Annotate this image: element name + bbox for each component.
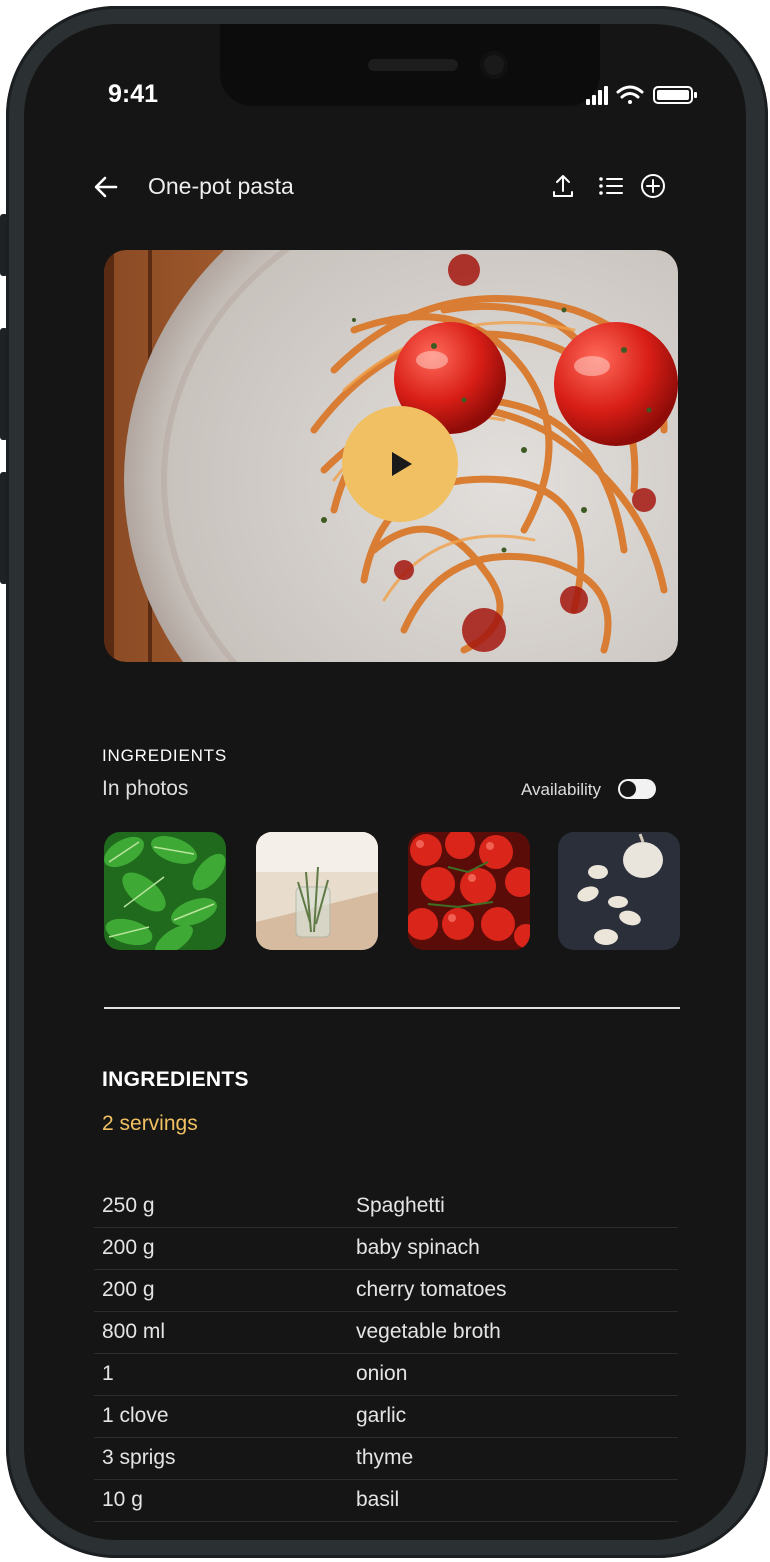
ingredient-quantity: 3 sprigs [102,1446,176,1469]
ingredient-name: onion [356,1362,408,1385]
add-icon[interactable] [638,171,668,201]
ingredient-quantity: 800 ml [102,1320,166,1343]
front-camera [480,51,508,79]
cherry-tomatoes-photo [408,832,530,950]
ingredient-quantity: 1 [102,1362,114,1385]
ingredient-quantity: 200 g [102,1236,155,1259]
list-icon[interactable] [596,171,626,201]
status-time: 9:41 [108,80,159,108]
ingredient-quantity: 10 g [102,1488,143,1511]
table-row: 1 clove garlic [94,1396,678,1438]
spinach-photo [104,832,226,950]
toggle-knob [620,781,636,797]
availability-toggle[interactable] [618,779,656,799]
notch [220,24,600,106]
back-arrow-icon[interactable] [92,173,120,201]
table-row: 1 onion [94,1354,678,1396]
ingredient-name: basil [356,1488,400,1511]
share-icon[interactable] [548,171,578,201]
signal-icon [586,86,608,105]
top-bar: One-pot pasta [24,169,746,209]
servings-selector[interactable]: 2 servings [102,1112,198,1136]
ingredient-thumb-spinach[interactable] [104,832,226,950]
ingredient-name: Spaghetti [356,1194,445,1217]
ingredient-name: baby spinach [356,1236,480,1259]
table-row: 10 g basil [94,1480,678,1522]
thyme-photo [256,832,378,950]
play-icon [392,452,412,476]
play-button[interactable] [342,406,458,522]
table-row: 3 sprigs thyme [94,1438,678,1480]
ingredient-thumb-garlic[interactable] [558,832,680,950]
page-title: One-pot pasta [148,173,294,199]
table-row: 200 g baby spinach [94,1228,678,1270]
ingredient-name: vegetable broth [356,1320,501,1343]
in-photos-label: In photos [102,777,189,800]
status-icons [586,85,697,105]
ingredient-name: garlic [356,1404,407,1427]
photos-section-label: INGREDIENTS [102,746,227,765]
ingredients-title: INGREDIENTS [102,1068,249,1091]
ingredient-name: thyme [356,1446,414,1469]
table-row: 250 g Spaghetti [94,1186,678,1228]
ingredient-quantity: 1 clove [102,1404,169,1427]
table-row: 200 g cherry tomatoes [94,1270,678,1312]
recipe-video[interactable] [104,250,678,662]
ingredient-quantity: 200 g [102,1278,155,1301]
table-row: 800 ml vegetable broth [94,1312,678,1354]
ingredient-quantity: 250 g [102,1194,155,1217]
battery-icon [653,86,697,104]
speaker-grille [368,59,458,71]
section-divider [104,1007,680,1009]
ingredients-list: 250 g Spaghetti 200 g baby spinach 200 g… [94,1186,678,1522]
ingredient-thumb-thyme[interactable] [256,832,378,950]
ingredient-thumb-tomatoes[interactable] [408,832,530,950]
availability-label: Availability [521,780,602,799]
ingredient-name: cherry tomatoes [356,1278,507,1301]
wifi-icon [616,85,644,104]
app-screen: 9:41 One-pot pasta INGREDIENTS In photos… [24,24,746,1540]
garlic-photo [558,832,680,950]
